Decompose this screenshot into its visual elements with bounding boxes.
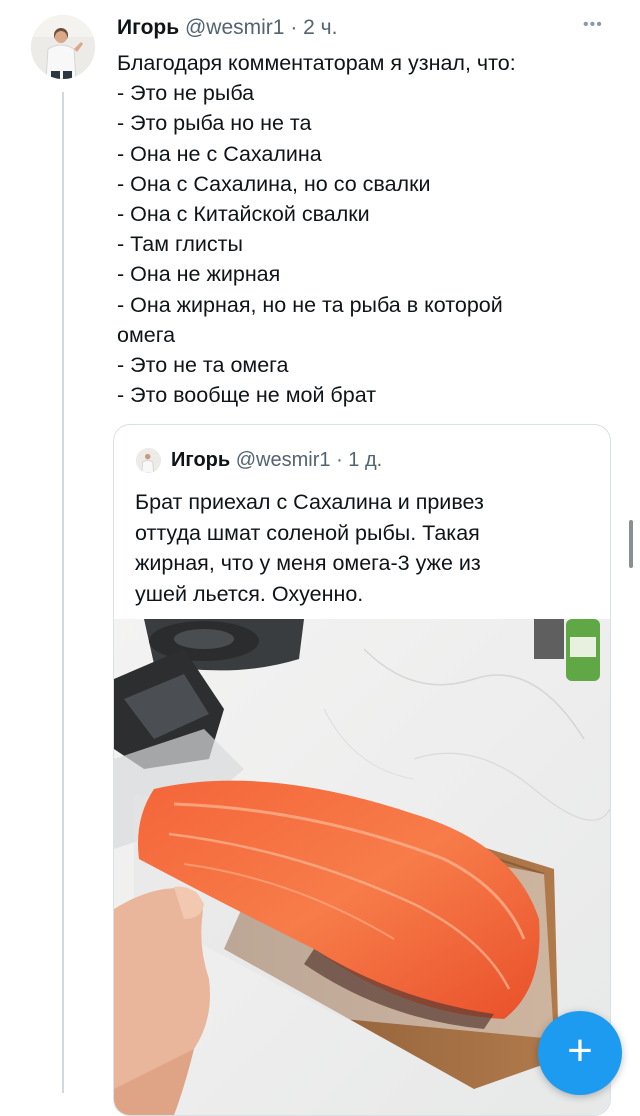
avatar-image [31,15,95,79]
ellipsis-icon[interactable]: ••• [583,16,603,34]
compose-button[interactable]: + [538,1011,622,1095]
tweet-time[interactable]: · 2 ч. [290,16,337,39]
tweet-line: - Она с Китайской свалки [117,202,370,227]
thread-line [62,92,64,1093]
quoted-avatar [136,448,161,473]
tweet-line: - Это не рыба [117,81,255,106]
tweet-text: Благодаря комментаторам я узнал, что: - … [117,48,587,410]
quoted-avatar-image [136,448,161,473]
quoted-author-name[interactable]: Игорь [171,449,230,471]
tweet-line: - Это рыба но не та [117,111,312,136]
quoted-photo[interactable] [114,619,610,1115]
tweet-line: - Она жирная, но не та рыба в которой [117,292,503,317]
tweet-line: - Она с Сахалина, но со свалки [117,171,431,196]
tweet-line: Благодаря комментаторам я узнал, что: [117,51,516,75]
quoted-header: Игорь @wesmir1 · 1 д. [171,449,382,472]
tweet-header: Игорь @wesmir1 · 2 ч. [117,16,337,40]
quoted-line: Брат приехал с Сахалина и привез [135,490,484,514]
tweet-line: - Она не жирная [117,262,281,287]
tweet-line: - Она не с Сахалина [117,141,322,166]
tweet-line: - Это не та омега [117,353,289,378]
scrollbar[interactable] [629,520,633,568]
tweet-line: - Это вообще не мой брат [117,383,377,408]
quoted-line: оттуда шмат соленой рыбы. Такая [135,520,480,545]
quoted-tweet-time[interactable]: · 1 д. [336,449,382,471]
avatar[interactable] [31,15,95,79]
quoted-author-handle[interactable]: @wesmir1 [236,449,331,471]
plus-icon: + [567,1026,593,1075]
author-name[interactable]: Игорь [117,16,179,39]
quoted-tweet[interactable]: Игорь @wesmir1 · 1 д. Брат приехал с Сах… [113,424,611,1116]
tweet-line: омега [117,322,176,347]
author-handle[interactable]: @wesmir1 [185,16,285,39]
tweet-line: - Там глисты [117,232,243,257]
quoted-tweet-text: Брат приехал с Сахалина и привез оттуда … [135,487,595,609]
quoted-line: жирная, что у меня омега-3 уже из [135,551,481,575]
quoted-line: ушей льется. Охуенно. [135,581,364,606]
